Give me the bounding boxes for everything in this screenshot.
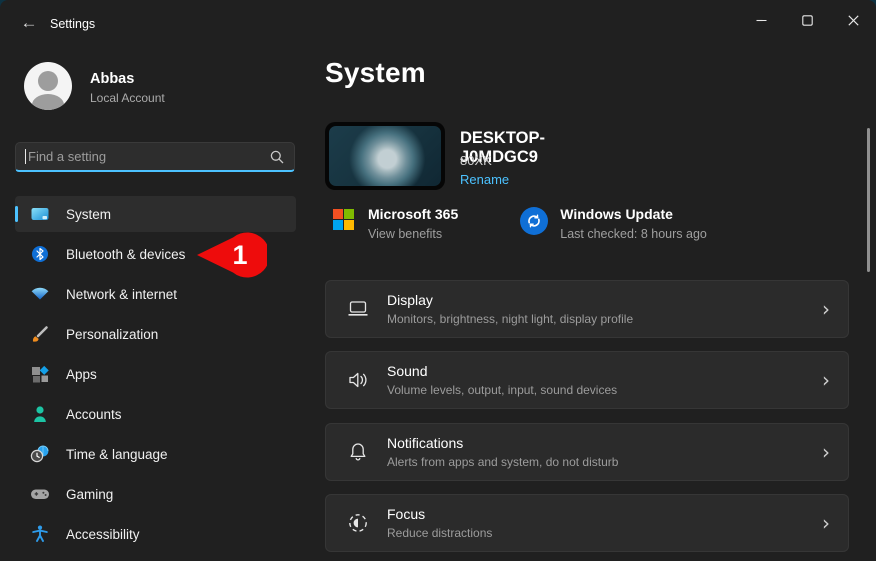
device-model: 80XK <box>460 153 492 168</box>
page-title: System <box>325 57 426 89</box>
settings-window: ← Settings Abbas Local Account <box>0 0 876 561</box>
ms-logo-blue <box>333 220 343 230</box>
sidebar-nav: System Bluetooth & devices Network & int… <box>15 196 296 556</box>
minimize-button[interactable] <box>738 0 784 40</box>
minimize-icon <box>756 15 767 26</box>
time-language-icon <box>30 444 50 464</box>
card-title: Notifications <box>387 435 822 451</box>
sidebar-item-gaming[interactable]: Gaming <box>15 476 296 512</box>
device-thumbnail <box>329 126 441 186</box>
card-display[interactable]: Display Monitors, brightness, night ligh… <box>325 280 849 338</box>
sidebar-item-label: Accessibility <box>66 527 140 542</box>
quick-link-subtitle: View benefits <box>368 227 458 241</box>
chevron-right-icon: › <box>822 442 830 462</box>
card-subtitle: Monitors, brightness, night light, displ… <box>387 312 822 326</box>
sidebar-item-bluetooth-devices[interactable]: Bluetooth & devices <box>15 236 296 272</box>
main-content: System DESKTOP-J0MDGC9 80XK Rename Micro… <box>325 48 876 561</box>
card-subtitle: Alerts from apps and system, do not dist… <box>387 455 822 469</box>
card-subtitle: Reduce distractions <box>387 526 822 540</box>
avatar[interactable] <box>24 62 72 110</box>
titlebar: ← Settings <box>0 0 876 48</box>
card-title: Sound <box>387 363 822 379</box>
chevron-right-icon: › <box>822 513 830 533</box>
selection-pill <box>15 206 18 222</box>
sidebar-item-accessibility[interactable]: Accessibility <box>15 516 296 552</box>
ms-logo-red <box>333 209 343 219</box>
sidebar-item-label: Personalization <box>66 327 158 342</box>
rename-link[interactable]: Rename <box>460 172 509 187</box>
quick-link-subtitle: Last checked: 8 hours ago <box>560 227 707 241</box>
search-box[interactable] <box>15 142 295 172</box>
sidebar-item-label: System <box>66 207 111 222</box>
card-title: Focus <box>387 506 822 522</box>
window-controls <box>738 0 876 40</box>
gaming-controller-icon <box>30 484 50 504</box>
chevron-right-icon: › <box>822 370 830 390</box>
quick-links-row: Microsoft 365 View benefits Windows Upda… <box>325 205 707 251</box>
card-title: Display <box>387 292 822 308</box>
ms-logo-green <box>344 209 354 219</box>
card-sound[interactable]: Sound Volume levels, output, input, soun… <box>325 351 849 409</box>
card-subtitle: Volume levels, output, input, sound devi… <box>387 383 822 397</box>
sidebar-item-label: Apps <box>66 367 97 382</box>
sidebar-item-label: Gaming <box>66 487 113 502</box>
sidebar-item-personalization[interactable]: Personalization <box>15 316 296 352</box>
avatar-body <box>32 94 64 110</box>
windows-update-link[interactable]: Windows Update Last checked: 8 hours ago <box>520 205 707 251</box>
close-button[interactable] <box>830 0 876 40</box>
accessibility-person-icon <box>30 524 50 544</box>
ms-logo-yellow <box>344 220 354 230</box>
system-icon <box>30 204 50 224</box>
sidebar-item-label: Bluetooth & devices <box>66 247 185 262</box>
scrollbar-thumb[interactable] <box>867 128 870 272</box>
bluetooth-icon <box>30 244 50 264</box>
sidebar-item-label: Accounts <box>66 407 122 422</box>
maximize-button[interactable] <box>784 0 830 40</box>
personalization-brush-icon <box>30 324 50 344</box>
sidebar-item-label: Network & internet <box>66 287 177 302</box>
back-button[interactable]: ← <box>12 8 46 38</box>
quick-link-title: Microsoft 365 <box>368 205 458 223</box>
notifications-bell-icon <box>346 440 370 464</box>
quick-link-title: Windows Update <box>560 205 707 223</box>
accounts-person-icon <box>30 404 50 424</box>
display-icon <box>346 297 370 321</box>
microsoft-logo-icon <box>333 209 354 230</box>
sidebar-item-label: Time & language <box>66 447 168 462</box>
card-focus[interactable]: Focus Reduce distractions › <box>325 494 849 552</box>
search-input[interactable] <box>26 149 270 164</box>
close-icon <box>848 15 859 26</box>
window-title: Settings <box>50 17 95 31</box>
search-icon[interactable] <box>270 150 284 164</box>
sidebar-item-system[interactable]: System <box>15 196 296 232</box>
profile-name: Abbas <box>90 71 134 87</box>
sidebar-item-apps[interactable]: Apps <box>15 356 296 392</box>
profile-account-type: Local Account <box>90 91 165 105</box>
microsoft-365-link[interactable]: Microsoft 365 View benefits <box>325 205 458 251</box>
focus-icon <box>346 511 370 535</box>
card-notifications[interactable]: Notifications Alerts from apps and syste… <box>325 423 849 481</box>
sound-speaker-icon <box>346 368 370 392</box>
avatar-head <box>38 71 58 91</box>
windows-update-sync-icon <box>520 207 548 235</box>
device-thumbnail-frame <box>325 122 445 190</box>
sidebar: Abbas Local Account System Bluetooth & <box>0 48 312 561</box>
sidebar-item-time-language[interactable]: Time & language <box>15 436 296 472</box>
maximize-icon <box>802 15 813 26</box>
apps-icon <box>30 364 50 384</box>
chevron-right-icon: › <box>822 299 830 319</box>
sidebar-item-network-internet[interactable]: Network & internet <box>15 276 296 312</box>
sidebar-item-accounts[interactable]: Accounts <box>15 396 296 432</box>
network-wifi-icon <box>30 284 50 304</box>
